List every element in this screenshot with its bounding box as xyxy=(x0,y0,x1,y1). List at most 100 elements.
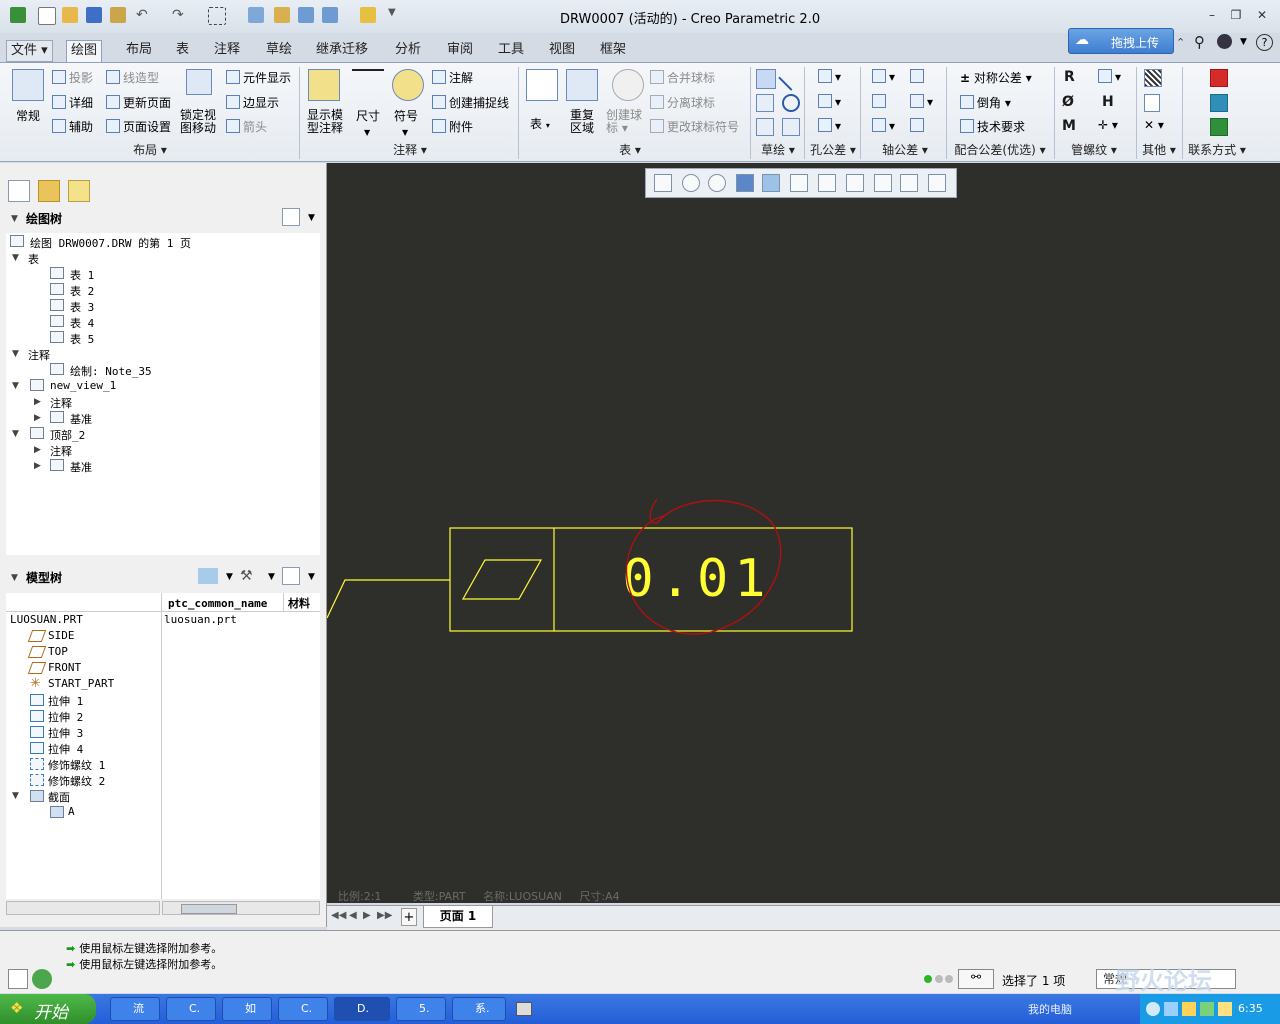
tab-annotate[interactable]: 注释 xyxy=(210,40,244,60)
excel-icon[interactable] xyxy=(1210,118,1228,136)
saved-views-icon[interactable] xyxy=(790,174,808,192)
edge-icon[interactable] xyxy=(756,94,774,112)
close-icon[interactable]: ✕ xyxy=(1254,8,1270,22)
page-setup-button[interactable]: 页面设置 xyxy=(106,118,171,135)
tray-app-icon[interactable] xyxy=(1164,1002,1178,1016)
dimension-button[interactable]: 尺寸 ▼ xyxy=(356,107,380,138)
task-button[interactable]: 系. xyxy=(452,997,506,1021)
group-sketch-label[interactable]: 草绘 ▾ xyxy=(752,141,804,159)
group-fit-tolerance-label[interactable]: 配合公差(优选) ▾ xyxy=(948,141,1052,159)
start-button[interactable]: ❖ 开始 xyxy=(0,994,96,1024)
model-item-top[interactable]: TOP xyxy=(48,645,68,658)
tab-tools[interactable]: 工具 xyxy=(494,40,528,60)
tree-item-top-datum[interactable]: 基准 xyxy=(70,459,92,475)
point-display-icon[interactable] xyxy=(900,174,918,192)
csys-display-icon[interactable] xyxy=(928,174,946,192)
tree-settings-chevron-icon[interactable]: ▼ xyxy=(308,213,315,223)
group-axis-tolerance-label[interactable]: 轴公差 ▾ xyxy=(868,141,942,159)
tab-analysis[interactable]: 分析 xyxy=(391,40,425,60)
tools-chevron-icon[interactable]: ▼ xyxy=(268,572,275,582)
restore-icon[interactable]: ❐ xyxy=(1228,8,1244,22)
model-item-side[interactable]: SIDE xyxy=(48,629,75,642)
refit-icon[interactable] xyxy=(654,174,672,192)
find-binoculars-icon[interactable]: ⚯ xyxy=(958,969,994,989)
tray-chevron-icon[interactable] xyxy=(1146,1002,1160,1016)
display-chevron-icon[interactable]: ▼ xyxy=(226,572,233,582)
create-balloon-button[interactable]: 创建球标 ▾ xyxy=(606,109,642,135)
task-button-active[interactable]: D. xyxy=(334,997,390,1021)
leader-line[interactable] xyxy=(327,579,450,619)
group-other-label[interactable]: 其他 ▾ xyxy=(1138,141,1180,159)
navigator-toggle-icon[interactable] xyxy=(8,969,28,989)
favorites-tab-icon[interactable] xyxy=(68,180,90,202)
tab-frame[interactable]: 框架 xyxy=(596,40,630,60)
group-annotation-label[interactable]: 注释 ▾ xyxy=(360,141,460,159)
tree-item-drawing-page[interactable]: 绘图 DRW0007.DRW 的第 1 页 xyxy=(30,235,191,251)
plane-display-icon[interactable] xyxy=(846,174,864,192)
axis-symbol-5-button[interactable]: ▾ xyxy=(872,118,895,133)
chart-icon[interactable] xyxy=(1210,94,1228,112)
note-button[interactable]: 注解 xyxy=(432,69,473,86)
select-pointer-icon[interactable] xyxy=(756,69,776,89)
split-balloons-button[interactable]: 分离球标 xyxy=(650,94,715,111)
column-header-common-name[interactable]: ptc_common_name xyxy=(168,597,267,610)
tolerance-value[interactable]: 0.01 xyxy=(622,549,771,609)
tab-drawing[interactable]: 绘图 xyxy=(66,40,103,63)
tree-item-table-3[interactable]: 表 3 xyxy=(70,299,94,315)
axis-symbol-1-button[interactable]: ▾ xyxy=(872,69,895,84)
expand-icon[interactable]: ▼ xyxy=(12,381,19,391)
tools-icon[interactable]: ⚒ xyxy=(240,568,260,584)
expand-icon[interactable]: ▼ xyxy=(12,253,19,263)
regenerate-icon[interactable] xyxy=(248,7,264,23)
open-folder-icon[interactable] xyxy=(62,7,78,23)
tech-requirements-button[interactable]: 技术要求 xyxy=(960,118,1025,135)
symbol-button[interactable]: 符号 ▼ xyxy=(394,107,418,138)
tray-app-icon[interactable] xyxy=(1200,1002,1214,1016)
model-item-sections[interactable]: 截面 xyxy=(48,789,70,805)
task-button[interactable]: 流 xyxy=(110,997,160,1021)
keyboard-icon[interactable] xyxy=(516,1002,532,1016)
tray-app-icon[interactable] xyxy=(1182,1002,1196,1016)
circle-icon[interactable] xyxy=(782,94,800,112)
minimize-icon[interactable]: – xyxy=(1204,8,1220,22)
tree-item-note[interactable]: 绘制: Note_35 xyxy=(70,363,152,379)
collapse-model-tree-icon[interactable]: ▼ xyxy=(11,573,18,583)
expand-icon[interactable]: ▼ xyxy=(12,791,19,801)
model-item-start-part[interactable]: START_PART xyxy=(48,677,114,690)
datum-display-icon[interactable] xyxy=(818,174,836,192)
projection-button[interactable]: 投影 xyxy=(52,69,93,86)
task-button[interactable]: 5. xyxy=(396,997,446,1021)
create-snap-line-button[interactable]: 创建捕捉线 xyxy=(432,94,509,111)
expand-icon[interactable]: ▼ xyxy=(12,349,19,359)
line-icon[interactable] xyxy=(778,65,804,91)
model-item-extrude-1[interactable]: 拉伸 1 xyxy=(48,693,83,709)
column-header-material[interactable]: 材料 xyxy=(288,595,310,611)
add-page-button[interactable]: + xyxy=(401,908,417,926)
show-model-annotations-button[interactable]: 显示模 型注释 xyxy=(307,109,343,135)
group-hole-tolerance-label[interactable]: 孔公差 ▾ xyxy=(806,141,860,159)
pdf-icon[interactable] xyxy=(1210,69,1228,87)
diameter-icon[interactable]: Ø xyxy=(1062,94,1074,110)
model-item-extrude-4[interactable]: 拉伸 4 xyxy=(48,741,83,757)
merge-balloons-button[interactable]: 合并球标 xyxy=(650,69,715,86)
hole-tolerance-button[interactable]: ▾ xyxy=(818,94,841,109)
attachment-button[interactable]: 附件 xyxy=(432,118,473,135)
tree-item-table-1[interactable]: 表 1 xyxy=(70,267,94,283)
model-tree-root[interactable]: LUOSUAN.PRT xyxy=(10,613,83,626)
group-layout-label[interactable]: 布局 ▾ xyxy=(100,141,200,159)
next-page-icon[interactable]: ▶ xyxy=(363,910,371,921)
thread-box-button[interactable]: ▾ xyxy=(1098,69,1121,84)
tree-item-view-datum[interactable]: 基准 xyxy=(70,411,92,427)
windows-icon[interactable] xyxy=(322,7,338,23)
tab-legacy-migration[interactable]: 继承迁移 xyxy=(312,40,372,60)
tree-item-top-annotations[interactable]: 注释 xyxy=(50,443,72,459)
task-button[interactable]: C. xyxy=(278,997,328,1021)
repeat-region-icon[interactable] xyxy=(566,69,598,101)
change-balloon-symbol-button[interactable]: 更改球标符号 xyxy=(650,118,739,135)
display-icon[interactable] xyxy=(198,568,218,584)
create-balloon-icon[interactable] xyxy=(612,69,644,101)
repaint-icon[interactable] xyxy=(736,174,754,192)
axis-display-icon[interactable] xyxy=(874,174,892,192)
print-icon[interactable] xyxy=(110,7,126,23)
detail-button[interactable]: 详细 xyxy=(52,94,93,111)
